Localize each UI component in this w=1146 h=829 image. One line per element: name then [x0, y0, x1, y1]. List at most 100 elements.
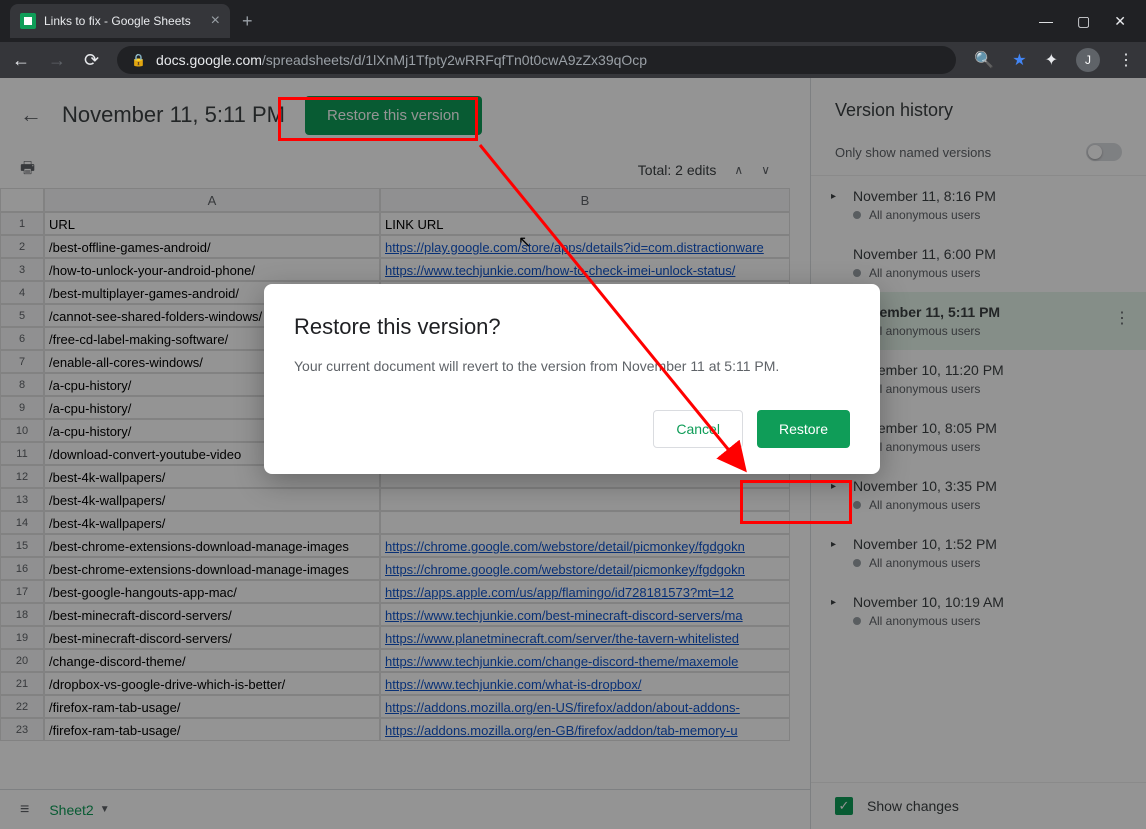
- sheet-tab[interactable]: Sheet2▼: [49, 802, 109, 818]
- row-header[interactable]: 4: [0, 281, 44, 304]
- version-item[interactable]: ▸November 10, 1:52 PMAll anonymous users: [811, 524, 1146, 582]
- row-header[interactable]: 1: [0, 212, 44, 235]
- row-header[interactable]: 15: [0, 534, 44, 557]
- named-versions-label: Only show named versions: [835, 145, 991, 160]
- cell[interactable]: /best-4k-wallpapers/: [44, 511, 380, 534]
- version-list: ▸November 11, 8:16 PMAll anonymous users…: [811, 176, 1146, 782]
- cell[interactable]: /best-4k-wallpapers/: [44, 488, 380, 511]
- version-users: All anonymous users: [869, 382, 980, 396]
- profile-avatar[interactable]: J: [1076, 48, 1100, 72]
- restore-version-button[interactable]: Restore this version: [305, 96, 482, 135]
- column-header[interactable]: A: [44, 188, 380, 212]
- expand-icon[interactable]: ▸: [831, 191, 843, 202]
- row-header[interactable]: 19: [0, 626, 44, 649]
- row-header[interactable]: 14: [0, 511, 44, 534]
- cell[interactable]: /best-chrome-extensions-download-manage-…: [44, 557, 380, 580]
- expand-icon[interactable]: ▸: [831, 597, 843, 608]
- corner-cell[interactable]: [0, 188, 44, 212]
- cell[interactable]: /change-discord-theme/: [44, 649, 380, 672]
- minimize-icon[interactable]: —: [1039, 13, 1053, 30]
- bookmark-star-icon[interactable]: ★: [1012, 50, 1026, 70]
- cell[interactable]: https://www.techjunkie.com/what-is-dropb…: [380, 672, 790, 695]
- version-item[interactable]: ▸November 10, 3:35 PMAll anonymous users: [811, 466, 1146, 524]
- sidebar-title: Version history: [811, 78, 1146, 135]
- dropdown-icon[interactable]: ▼: [100, 804, 110, 815]
- show-changes-checkbox[interactable]: ✓: [835, 797, 853, 815]
- row-header[interactable]: 6: [0, 327, 44, 350]
- row-header[interactable]: 9: [0, 396, 44, 419]
- column-header[interactable]: B: [380, 188, 790, 212]
- row-header[interactable]: 17: [0, 580, 44, 603]
- browser-menu-icon[interactable]: ⋮: [1118, 50, 1134, 70]
- cell[interactable]: https://chrome.google.com/webstore/detai…: [380, 534, 790, 557]
- cell[interactable]: https://addons.mozilla.org/en-US/firefox…: [380, 695, 790, 718]
- new-tab-button[interactable]: +: [242, 11, 253, 32]
- prev-edit-icon[interactable]: ∧: [734, 163, 743, 177]
- cell[interactable]: https://www.planetminecraft.com/server/t…: [380, 626, 790, 649]
- cell[interactable]: /how-to-unlock-your-android-phone/: [44, 258, 380, 281]
- expand-icon[interactable]: ▸: [831, 481, 843, 492]
- spreadsheet-grid[interactable]: AB 1URLLINK URL 2/best-offline-games-andro…: [0, 188, 810, 789]
- cell[interactable]: /best-minecraft-discord-servers/: [44, 603, 380, 626]
- version-item[interactable]: ▸November 10, 10:19 AMAll anonymous user…: [811, 582, 1146, 640]
- total-edits-label: Total: 2 edits: [638, 162, 717, 178]
- row-header[interactable]: 10: [0, 419, 44, 442]
- cell[interactable]: LINK URL: [380, 212, 790, 235]
- restore-button[interactable]: Restore: [757, 410, 850, 448]
- sub-header: 🖶 Total: 2 edits ∧ ∨: [0, 152, 810, 188]
- named-versions-toggle-row: Only show named versions: [811, 135, 1146, 176]
- cell[interactable]: https://www.techjunkie.com/best-minecraf…: [380, 603, 790, 626]
- restore-confirm-dialog: Restore this version? Your current docum…: [264, 284, 880, 474]
- back-icon[interactable]: ←: [12, 50, 30, 71]
- cell[interactable]: /firefox-ram-tab-usage/: [44, 695, 380, 718]
- cell[interactable]: [380, 488, 790, 511]
- more-icon[interactable]: ⋮: [1114, 308, 1130, 328]
- cell[interactable]: /best-minecraft-discord-servers/: [44, 626, 380, 649]
- version-item[interactable]: ▸November 11, 8:16 PMAll anonymous users: [811, 176, 1146, 234]
- cell[interactable]: /best-google-hangouts-app-mac/: [44, 580, 380, 603]
- cell[interactable]: https://play.google.com/store/apps/detai…: [380, 235, 790, 258]
- row-header[interactable]: 22: [0, 695, 44, 718]
- zoom-icon[interactable]: 🔍: [974, 50, 994, 70]
- cell[interactable]: /firefox-ram-tab-usage/: [44, 718, 380, 741]
- cell[interactable]: /best-offline-games-android/: [44, 235, 380, 258]
- row-header[interactable]: 13: [0, 488, 44, 511]
- back-arrow-icon[interactable]: ←: [20, 102, 42, 128]
- row-header[interactable]: 18: [0, 603, 44, 626]
- next-edit-icon[interactable]: ∨: [761, 163, 770, 177]
- cell[interactable]: https://chrome.google.com/webstore/detai…: [380, 557, 790, 580]
- row-header[interactable]: 5: [0, 304, 44, 327]
- expand-icon[interactable]: ▸: [831, 539, 843, 550]
- named-versions-switch[interactable]: [1086, 143, 1122, 161]
- all-sheets-icon[interactable]: ≡: [20, 801, 29, 819]
- extensions-icon[interactable]: ✦: [1045, 50, 1058, 70]
- row-header[interactable]: 3: [0, 258, 44, 281]
- cell[interactable]: https://apps.apple.com/us/app/flamingo/i…: [380, 580, 790, 603]
- url-input[interactable]: 🔒 docs.google.com/spreadsheets/d/1lXnMj1…: [117, 46, 956, 74]
- row-header[interactable]: 20: [0, 649, 44, 672]
- reload-icon[interactable]: ⟳: [84, 50, 99, 71]
- cell[interactable]: /dropbox-vs-google-drive-which-is-better…: [44, 672, 380, 695]
- row-header[interactable]: 2: [0, 235, 44, 258]
- close-tab-icon[interactable]: ×: [211, 12, 220, 30]
- cell[interactable]: [380, 511, 790, 534]
- browser-tab[interactable]: Links to fix - Google Sheets ×: [10, 4, 230, 38]
- cell[interactable]: /best-chrome-extensions-download-manage-…: [44, 534, 380, 557]
- row-header[interactable]: 23: [0, 718, 44, 741]
- cancel-button[interactable]: Cancel: [653, 410, 743, 448]
- close-window-icon[interactable]: ✕: [1114, 13, 1126, 30]
- maximize-icon[interactable]: ▢: [1077, 13, 1090, 30]
- row-header[interactable]: 12: [0, 465, 44, 488]
- cell[interactable]: https://www.techjunkie.com/how-to-check-…: [380, 258, 790, 281]
- row-header[interactable]: 11: [0, 442, 44, 465]
- cell[interactable]: https://addons.mozilla.org/en-GB/firefox…: [380, 718, 790, 741]
- row-header[interactable]: 21: [0, 672, 44, 695]
- print-icon[interactable]: 🖶: [20, 157, 35, 184]
- cell[interactable]: URL: [44, 212, 380, 235]
- row-header[interactable]: 7: [0, 350, 44, 373]
- row-header[interactable]: 8: [0, 373, 44, 396]
- cell[interactable]: https://www.techjunkie.com/change-discor…: [380, 649, 790, 672]
- dialog-title: Restore this version?: [294, 314, 850, 340]
- row-header[interactable]: 16: [0, 557, 44, 580]
- window-controls: — ▢ ✕: [1039, 13, 1146, 30]
